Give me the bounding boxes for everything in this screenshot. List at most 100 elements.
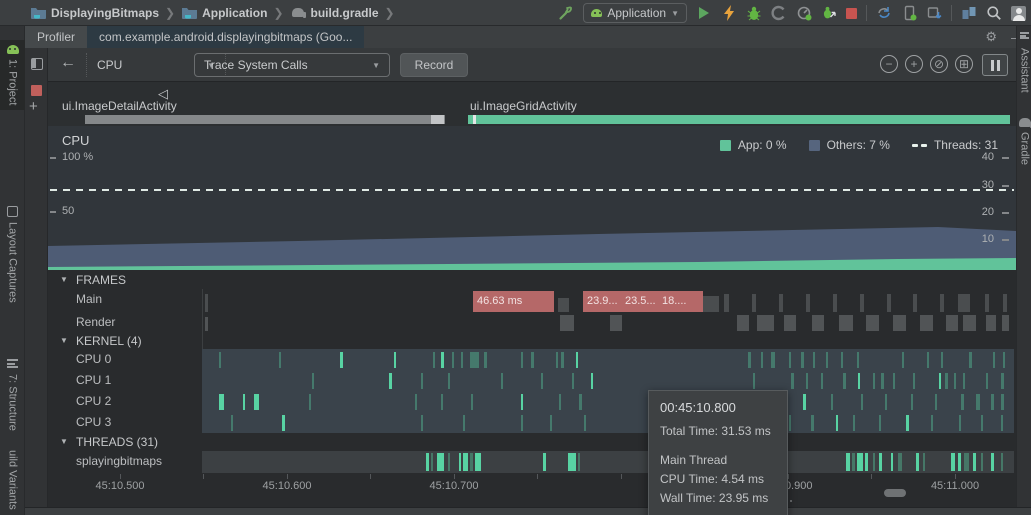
project-structure-icon[interactable] (961, 5, 977, 21)
record-button[interactable]: Record (400, 53, 468, 77)
tab-app-process[interactable]: com.example.android.displayingbitmaps (G… (87, 26, 364, 48)
activity-tick (879, 453, 882, 471)
recording-session-icon[interactable] (31, 85, 42, 96)
thread-activity-track[interactable] (48, 452, 1016, 472)
activity-tick (852, 453, 855, 471)
time-tick (955, 474, 956, 479)
back-arrow-icon[interactable]: ← (60, 54, 76, 72)
run-button[interactable] (696, 5, 712, 21)
profile-app-icon[interactable] (796, 5, 812, 21)
kernel-section-header[interactable]: ▼ KERNEL (4) (48, 333, 1016, 350)
kernel-cpu2-track[interactable] (48, 393, 1016, 411)
sidebar-item-assistant[interactable]: Assistant (1017, 48, 1031, 93)
horizontal-scrollbar[interactable] (884, 489, 906, 497)
frame-bar-slow[interactable]: 18.... (658, 291, 690, 312)
sidebar-item-layout-captures[interactable]: Layout Captures (0, 206, 25, 303)
cpu-usage-chart[interactable]: CPU 100 % 50 40302010 App: 0 % Others: 7… (48, 126, 1016, 270)
frame-bar[interactable] (558, 298, 569, 312)
activity-tick (219, 394, 224, 410)
frame-bar[interactable] (784, 315, 796, 331)
tab-profiler[interactable]: Profiler (25, 26, 87, 48)
frame-bar[interactable] (940, 294, 944, 312)
frame-bar[interactable] (986, 315, 996, 331)
zoom-out-button[interactable]: − (880, 55, 898, 73)
apply-code-changes-icon[interactable] (821, 5, 837, 21)
right-toolwindow-bar: Assistant Gradle (1016, 26, 1031, 515)
kernel-cpu3-track[interactable] (48, 414, 1016, 432)
frame-bar[interactable] (205, 317, 208, 331)
activity-bar-detail[interactable] (85, 115, 445, 124)
frame-bar[interactable] (887, 294, 891, 312)
zoom-to-selection-button[interactable]: ⊞ (955, 55, 973, 73)
add-session-button[interactable]: + (29, 98, 38, 115)
activity-tick (826, 352, 828, 368)
frame-bar[interactable] (893, 315, 906, 331)
activity-tick (951, 453, 955, 471)
collapse-triangle-icon[interactable]: ▼ (60, 275, 68, 284)
frame-bar[interactable] (812, 315, 824, 331)
frame-bar-slow[interactable]: 46.63 ms (473, 291, 554, 312)
frame-bar[interactable] (806, 294, 810, 312)
frame-bar[interactable] (560, 315, 574, 331)
toolwindow-quick-access[interactable] (1017, 31, 1031, 40)
frame-bar[interactable] (737, 315, 749, 331)
debug-button[interactable] (746, 5, 762, 21)
kernel-cpu0-track[interactable] (48, 351, 1016, 369)
apply-changes-icon[interactable] (721, 5, 737, 21)
collapse-triangle-icon[interactable]: ▼ (60, 437, 68, 446)
frame-bar[interactable] (703, 296, 719, 312)
threads-section-header[interactable]: ▼ THREADS (31) (48, 434, 1016, 451)
run-configuration-select[interactable]: Application ▼ (583, 3, 687, 23)
frame-bar[interactable] (779, 294, 783, 312)
pause-live-button[interactable] (982, 54, 1008, 76)
frame-bar[interactable] (205, 294, 208, 312)
frame-bar[interactable] (946, 315, 958, 331)
breadcrumb-module[interactable]: Application (202, 6, 267, 20)
activity-bar-grid[interactable] (468, 115, 1010, 124)
frame-bar[interactable] (757, 315, 774, 331)
zoom-in-button[interactable]: + (905, 55, 923, 73)
user-avatar[interactable] (1011, 6, 1026, 21)
breadcrumb-file[interactable]: build.gradle (311, 6, 379, 20)
sidebar-item-build-variants[interactable]: uild Variants (0, 450, 25, 510)
gear-icon[interactable]: ⚙ (985, 29, 997, 45)
frames-section-header[interactable]: ▼ FRAMES (48, 272, 1016, 289)
activity-tick (1001, 453, 1003, 471)
frame-bar[interactable] (1002, 315, 1009, 331)
trace-type-select[interactable]: Trace System Calls ▼ (194, 53, 390, 77)
search-icon[interactable] (986, 5, 1002, 21)
frame-bar-slow[interactable]: 23.5... (621, 291, 658, 312)
sessions-panel-icon[interactable] (31, 58, 43, 70)
frame-bar[interactable] (860, 294, 864, 312)
frame-bar[interactable] (839, 315, 853, 331)
attach-profiler-icon-disabled[interactable] (771, 5, 787, 21)
kernel-cpu1-track[interactable] (48, 372, 1016, 390)
stop-button[interactable] (846, 8, 857, 19)
frame-bar[interactable] (913, 294, 917, 312)
frame-bar[interactable] (920, 315, 933, 331)
frames-render-track[interactable] (48, 313, 1016, 332)
reset-zoom-button[interactable]: ⊘ (930, 55, 948, 73)
time-axis[interactable]: 45:10.50045:10.60045:10.70045:10.90045:1… (48, 474, 1016, 498)
frame-bar[interactable] (752, 294, 756, 312)
frame-bar[interactable] (958, 294, 970, 312)
device-manager-icon[interactable] (901, 5, 917, 21)
sidebar-item-gradle[interactable]: Gradle (1017, 118, 1031, 165)
sidebar-item-project[interactable]: 1: Project (0, 40, 25, 110)
sdk-manager-icon[interactable] (926, 5, 942, 21)
gradle-sync-icon[interactable] (876, 5, 892, 21)
frame-bar[interactable] (1003, 294, 1007, 312)
frame-bar[interactable] (724, 294, 729, 312)
frame-bar[interactable] (985, 294, 989, 312)
frame-bar[interactable] (963, 315, 976, 331)
frame-bar-slow[interactable] (690, 291, 703, 312)
wrench-icon[interactable] (558, 5, 574, 21)
breadcrumb-project[interactable]: DisplayingBitmaps (51, 6, 159, 20)
frame-bar[interactable] (833, 294, 837, 312)
frame-bar-slow[interactable]: 23.9... (583, 291, 621, 312)
frame-bar[interactable] (866, 315, 879, 331)
frames-main-track[interactable]: 46.63 ms 23.9...23.5...18.... (48, 288, 1016, 312)
sidebar-item-structure[interactable]: 7: Structure (0, 358, 25, 431)
collapse-triangle-icon[interactable]: ▼ (60, 336, 68, 345)
frame-bar[interactable] (610, 315, 622, 331)
